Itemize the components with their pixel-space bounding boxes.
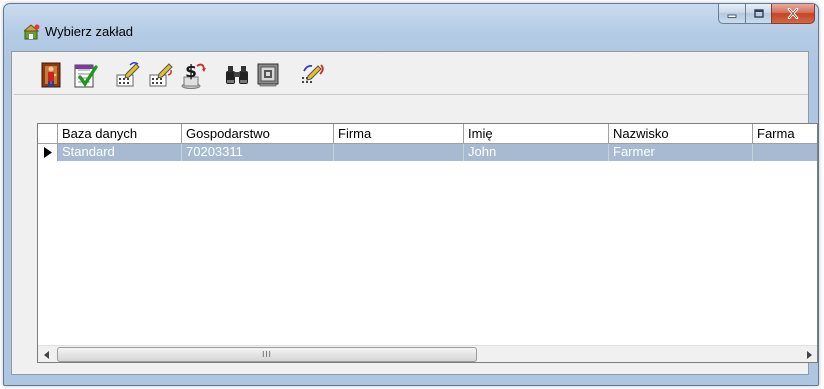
- edit-table-button[interactable]: [112, 59, 144, 91]
- app-icon: [22, 24, 40, 43]
- exit-door-icon: [41, 62, 61, 88]
- maximize-icon: [753, 8, 764, 18]
- maximize-button[interactable]: [745, 4, 771, 24]
- dollar-button[interactable]: $: [177, 59, 209, 91]
- edit-table-2-button[interactable]: [145, 59, 177, 91]
- grid-header: Baza danych Gospodarstwo Firma Imię Nazw…: [38, 124, 817, 144]
- minimize-icon: [727, 14, 737, 18]
- cell-baza-danych[interactable]: Standard: [58, 144, 182, 161]
- cell-gospodarstwo[interactable]: 70203311: [182, 144, 334, 161]
- toolbar: $: [14, 55, 808, 95]
- scroll-right-button[interactable]: [800, 346, 817, 363]
- edit-table-icon: [116, 62, 140, 87]
- edit-link-button[interactable]: [297, 59, 329, 91]
- scroll-grip: III: [262, 349, 272, 359]
- scroll-thumb[interactable]: III: [57, 347, 477, 362]
- current-row-indicator: [38, 144, 58, 161]
- column-header-gospodarstwo[interactable]: Gospodarstwo: [182, 124, 334, 144]
- edit-link-icon: [302, 64, 324, 83]
- column-header-baza-danych[interactable]: Baza danych: [58, 124, 182, 144]
- column-header-firma[interactable]: Firma: [334, 124, 464, 144]
- cell-farma[interactable]: [753, 144, 817, 161]
- row-pointer-icon: [43, 147, 52, 158]
- column-header-nazwisko[interactable]: Nazwisko: [609, 124, 753, 144]
- safe-button[interactable]: [253, 59, 285, 91]
- row-indicator-header: [38, 124, 58, 144]
- safe-icon: [257, 63, 279, 87]
- column-header-imie[interactable]: Imię: [464, 124, 609, 144]
- exit-button[interactable]: [36, 59, 68, 91]
- close-icon: [787, 8, 799, 19]
- checklist-icon: [74, 64, 98, 88]
- cell-nazwisko[interactable]: Farmer: [609, 144, 753, 161]
- close-button[interactable]: [771, 4, 815, 24]
- cell-firma[interactable]: [334, 144, 464, 161]
- column-header-farma[interactable]: Farma: [753, 124, 817, 144]
- scroll-left-icon: [43, 350, 49, 359]
- dollar-sign-icon: $: [181, 62, 206, 89]
- checklist-button[interactable]: [69, 59, 101, 91]
- horizontal-scrollbar[interactable]: III: [38, 345, 817, 362]
- binoculars-icon: [226, 66, 248, 84]
- table-row[interactable]: Standard 70203311 John Farmer: [38, 144, 817, 161]
- minimize-button[interactable]: [718, 4, 745, 24]
- data-grid[interactable]: Baza danych Gospodarstwo Firma Imię Nazw…: [37, 123, 818, 363]
- caption-buttons: [718, 4, 815, 24]
- window-title: Wybierz zakład: [45, 24, 134, 39]
- scroll-right-icon: [806, 350, 812, 359]
- scroll-left-button[interactable]: [38, 346, 55, 363]
- svg-text:$: $: [185, 62, 197, 82]
- edit-table-2-icon: [149, 63, 173, 87]
- cell-imie[interactable]: John: [464, 144, 609, 161]
- search-button[interactable]: [221, 59, 253, 91]
